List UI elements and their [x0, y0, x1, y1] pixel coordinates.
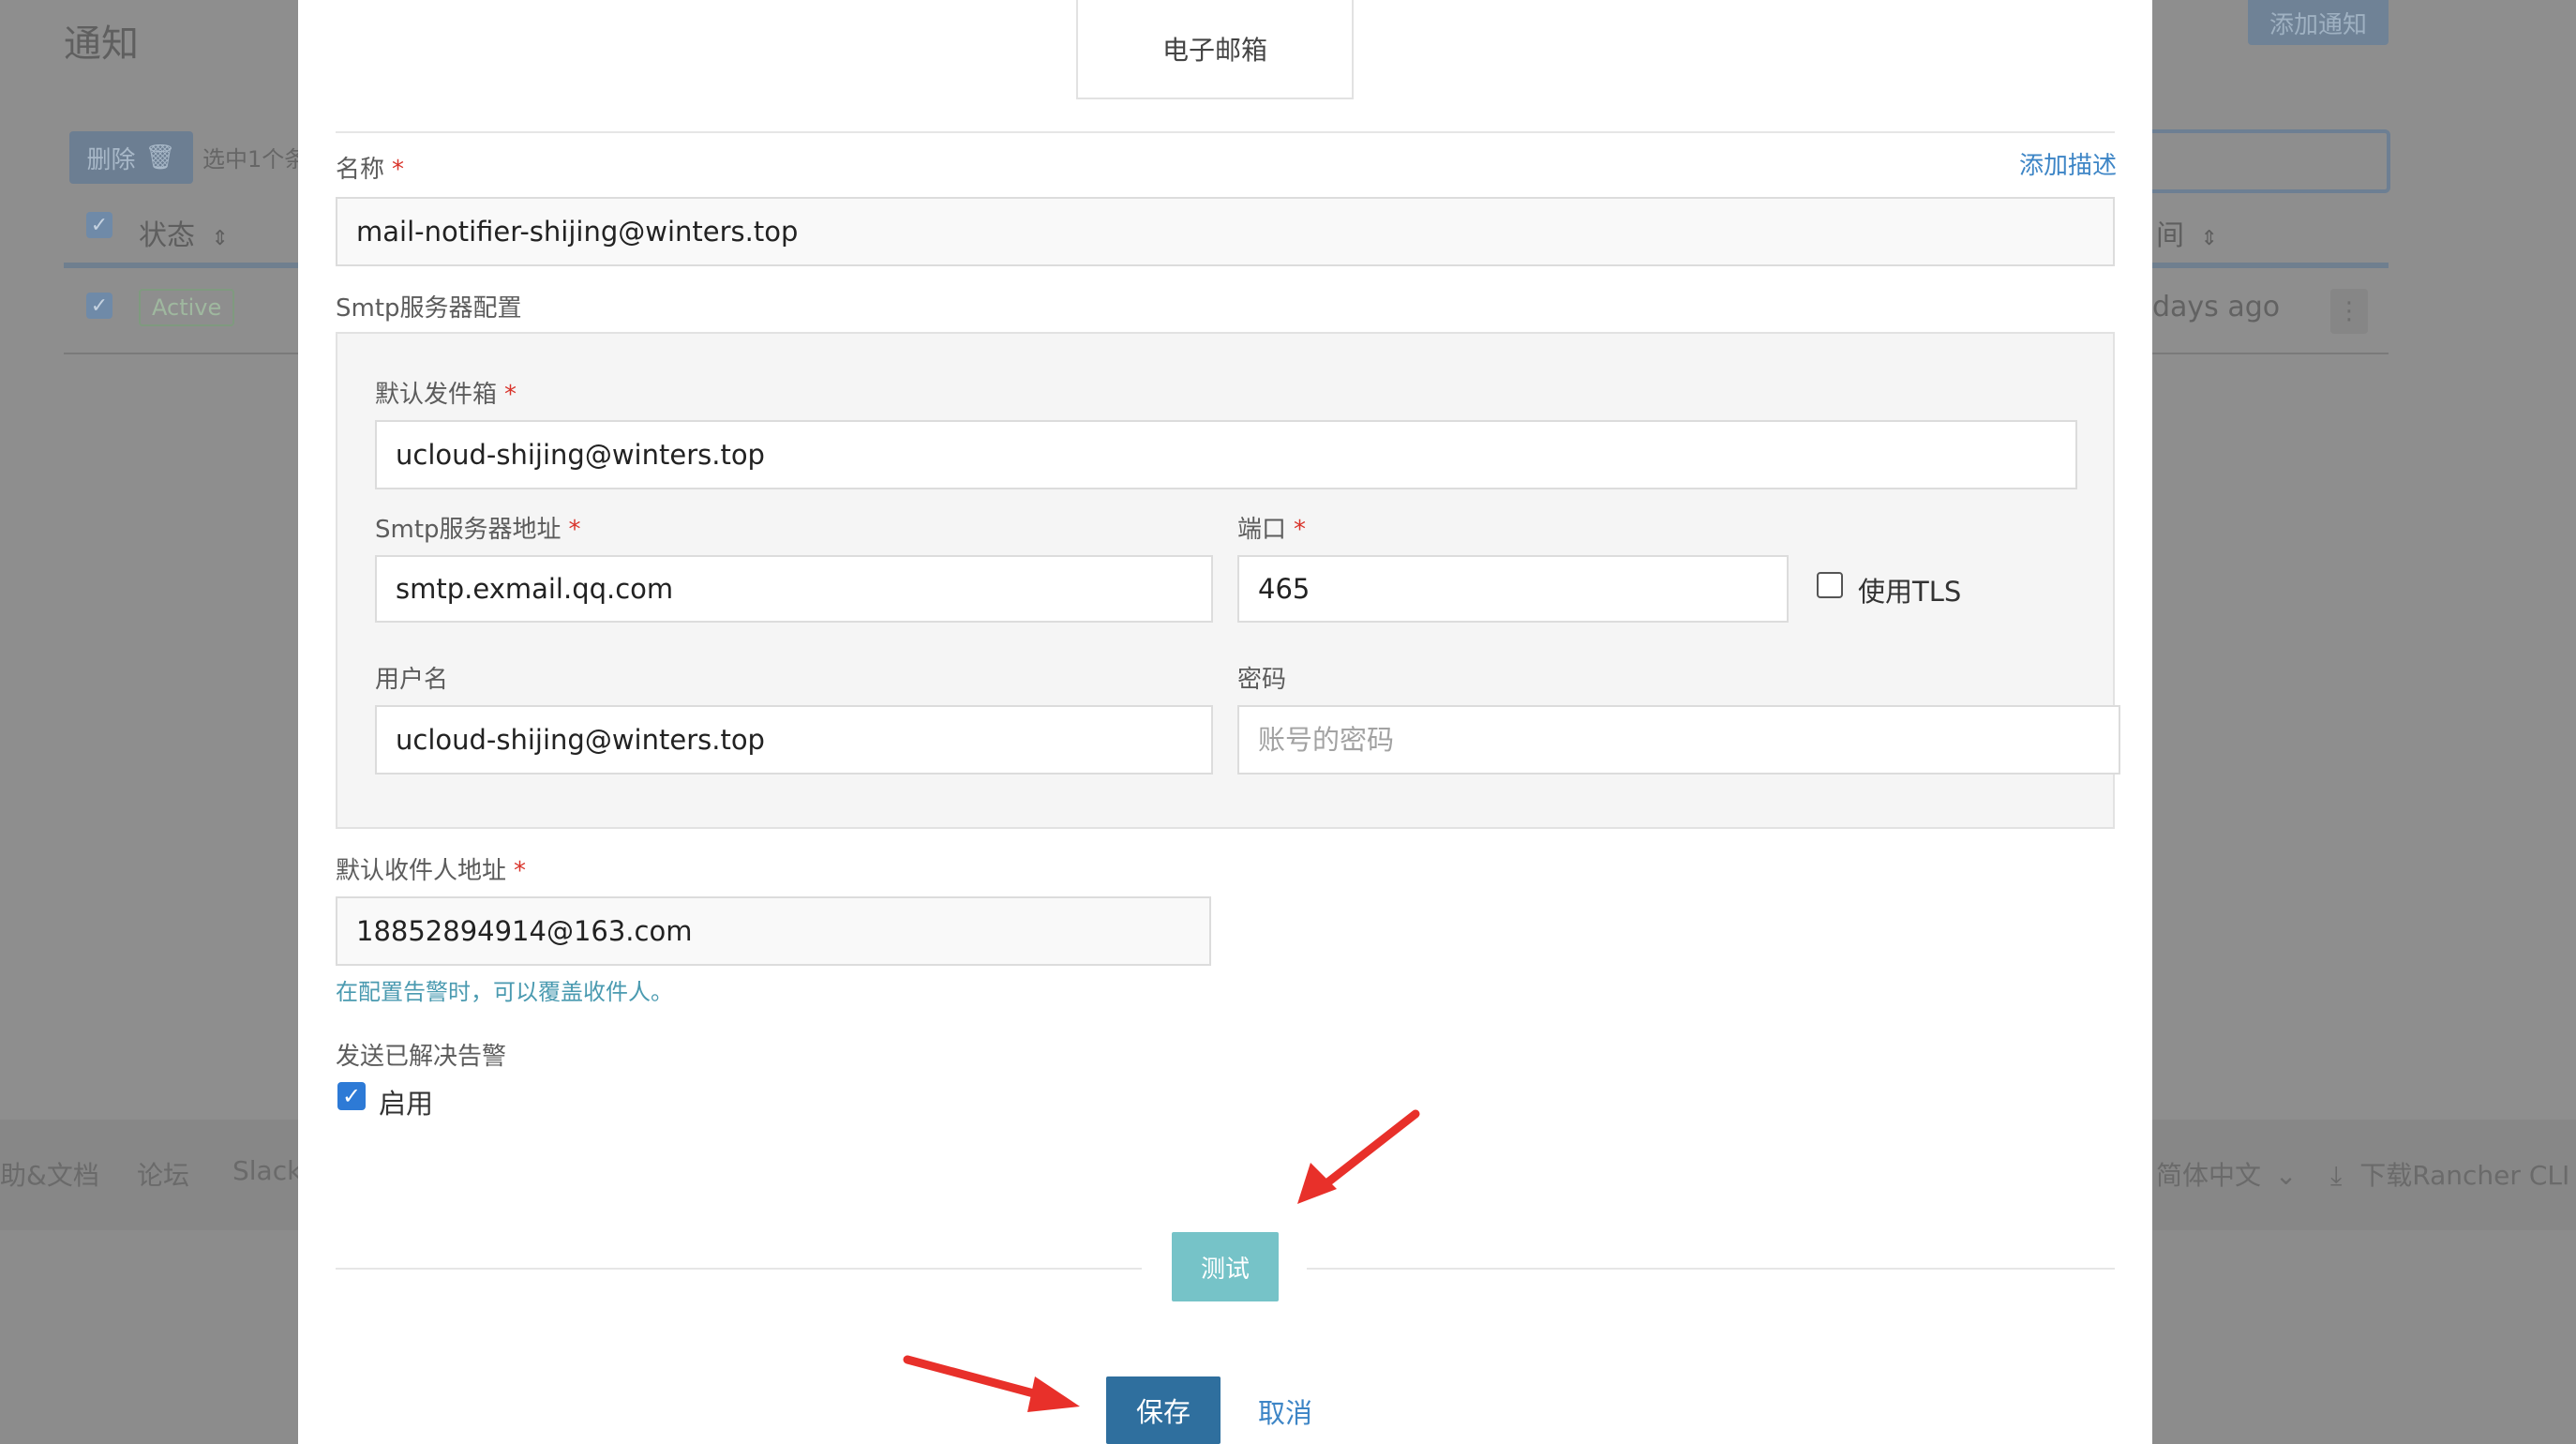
arrow-to-test-icon — [1297, 1109, 1420, 1204]
annotation-arrows — [903, 1109, 1420, 1412]
arrow-to-save-icon — [903, 1355, 1080, 1412]
